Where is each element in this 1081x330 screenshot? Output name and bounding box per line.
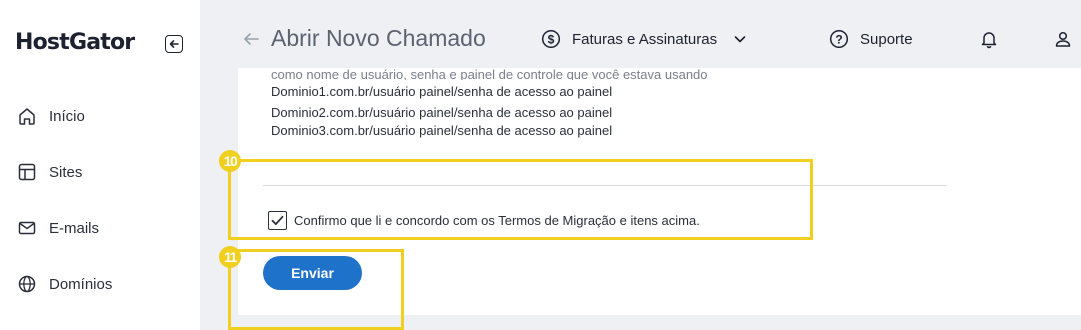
hostgator-logo[interactable]: HostGator [15,30,135,55]
svg-text:$: $ [548,33,555,47]
annotation-highlight-11 [228,249,404,330]
example-line: Dominio3.com.br/usuário painel/senha de … [271,123,613,138]
globe-icon [16,273,38,295]
notifications-button[interactable] [978,27,1000,51]
support-label: Suporte [860,30,913,48]
dollar-circle-icon: $ [540,28,562,50]
sidebar: HostGator Início Sites E-mails Domínios [0,0,200,330]
chevron-down-icon [729,28,751,50]
sidebar-item-label: Domínios [49,275,113,293]
mail-icon [16,217,38,239]
sidebar-item-dominios[interactable]: Domínios [16,272,112,296]
example-line: Dominio1.com.br/usuário painel/senha de … [271,84,613,99]
sidebar-item-label: Sites [49,163,83,181]
billing-menu[interactable]: $ Faturas e Assinaturas [540,27,751,51]
support-link[interactable]: ? Suporte [828,27,913,51]
sidebar-item-emails[interactable]: E-mails [16,216,99,240]
billing-menu-label: Faturas e Assinaturas [572,30,718,48]
instruction-text: como nome de usuário, senha e painel de … [271,68,708,80]
help-circle-icon: ? [828,28,850,50]
back-arrow-icon[interactable] [240,28,262,50]
sidebar-item-sites[interactable]: Sites [16,160,82,184]
user-icon [1052,28,1074,50]
bell-icon [978,28,1000,50]
annotation-highlight-10 [228,159,813,240]
collapse-sidebar-icon[interactable] [165,35,183,53]
example-line: Dominio2.com.br/usuário painel/senha de … [271,105,613,120]
home-icon [16,105,38,127]
svg-text:?: ? [835,33,842,47]
step-badge-10: 10 [219,150,241,172]
sidebar-item-label: E-mails [49,219,100,237]
sidebar-item-label: Início [49,107,85,125]
step-badge-11: 11 [219,246,241,268]
page-title: Abrir Novo Chamado [271,25,486,51]
sidebar-item-inicio[interactable]: Início [16,104,85,128]
user-menu-button[interactable] [1052,27,1074,51]
layout-icon [16,161,38,183]
